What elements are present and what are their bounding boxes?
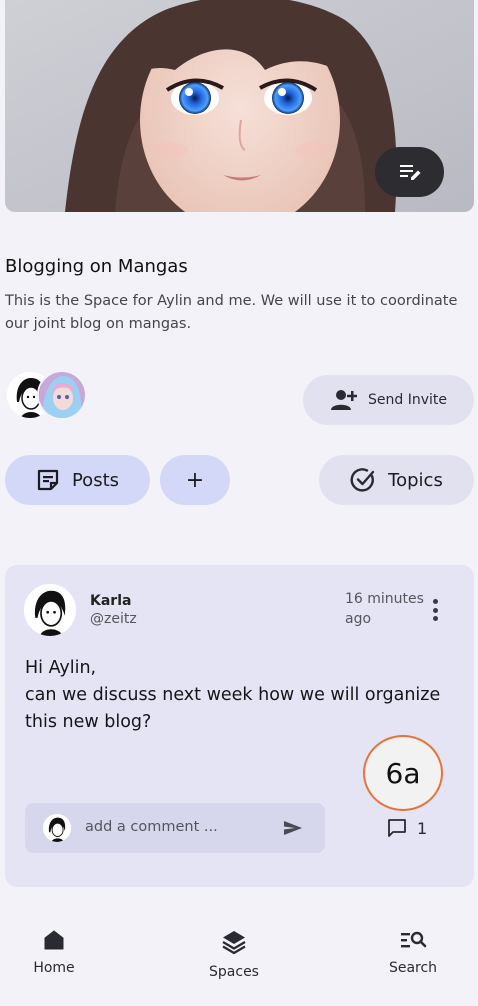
send-invite-button[interactable]: Send Invite bbox=[303, 375, 474, 425]
topics-tab[interactable]: Topics bbox=[319, 455, 474, 505]
post-body-line: Hi Aylin, bbox=[25, 658, 97, 678]
comment-input[interactable]: add a comment ... bbox=[25, 803, 325, 853]
edit-note-icon bbox=[399, 165, 420, 180]
search-list-icon bbox=[401, 931, 427, 948]
nav-spaces[interactable]: Spaces bbox=[184, 928, 284, 980]
post-body-line: can we discuss next week how we will org… bbox=[25, 685, 441, 705]
post-timestamp: 16 minutes ago bbox=[345, 589, 425, 629]
avatar[interactable] bbox=[37, 370, 87, 420]
avatar[interactable] bbox=[24, 584, 76, 636]
comment-count: 1 bbox=[417, 818, 428, 838]
space-title: Blogging on Mangas bbox=[5, 256, 188, 277]
bottom-navigation: Home Spaces Search bbox=[0, 928, 478, 1006]
author-handle: @zeitz bbox=[90, 611, 137, 627]
plus-icon: + bbox=[185, 467, 205, 493]
comments-button[interactable]: 1 bbox=[387, 818, 427, 838]
post-body-line: this new blog? bbox=[25, 712, 152, 732]
posts-icon bbox=[37, 469, 59, 491]
member-avatars[interactable] bbox=[5, 370, 95, 422]
comment-placeholder: add a comment ... bbox=[85, 819, 218, 835]
post-card: Karla @zeitz 16 minutes ago Hi Aylin, ca… bbox=[5, 565, 474, 887]
home-icon bbox=[44, 930, 64, 950]
post-timestamp-line: ago bbox=[345, 611, 372, 627]
layers-icon bbox=[222, 931, 246, 955]
send-invite-label: Send Invite bbox=[368, 392, 447, 408]
topics-label: Topics bbox=[388, 469, 443, 491]
posts-tab[interactable]: Posts bbox=[5, 455, 150, 505]
space-description: This is the Space for Aylin and me. We w… bbox=[5, 293, 458, 332]
nav-home-label: Home bbox=[33, 960, 75, 976]
send-icon[interactable] bbox=[283, 818, 303, 838]
nav-home[interactable]: Home bbox=[4, 928, 104, 976]
nav-search-label: Search bbox=[388, 960, 438, 976]
annotation-badge: 6a bbox=[363, 735, 443, 811]
author-name[interactable]: Karla bbox=[90, 593, 131, 609]
more-vert-icon[interactable] bbox=[425, 597, 445, 623]
posts-label: Posts bbox=[71, 469, 120, 491]
add-person-icon bbox=[331, 390, 357, 410]
post-timestamp-line: 16 minutes bbox=[345, 591, 424, 607]
nav-spaces-label: Spaces bbox=[209, 964, 259, 980]
nav-search[interactable]: Search bbox=[363, 928, 463, 976]
edit-space-button[interactable] bbox=[375, 147, 444, 197]
avatar bbox=[43, 814, 71, 842]
comment-icon bbox=[388, 819, 406, 837]
add-post-button[interactable]: + bbox=[160, 455, 230, 505]
check-circle-icon bbox=[350, 468, 375, 492]
post-body: Hi Aylin, can we discuss next week how w… bbox=[25, 655, 445, 736]
